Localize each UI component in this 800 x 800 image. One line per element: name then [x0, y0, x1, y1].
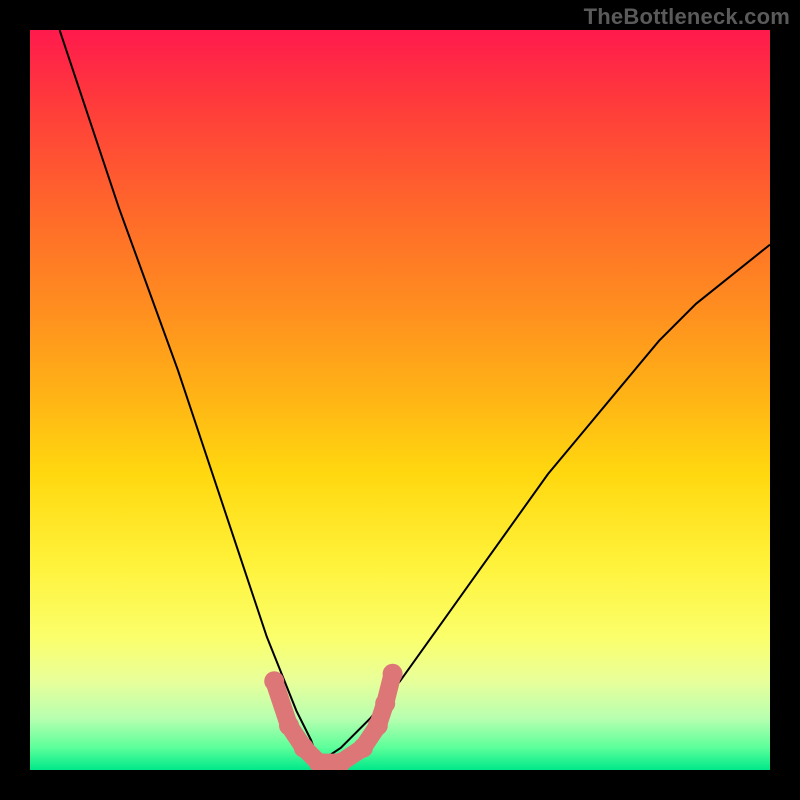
- trough-dot: [353, 738, 373, 758]
- trough-dot: [368, 716, 388, 736]
- trough-dot: [279, 716, 299, 736]
- chart-frame: TheBottleneck.com: [0, 0, 800, 800]
- curve-layer: [30, 30, 770, 770]
- trough-dot: [294, 738, 314, 758]
- trough-dot: [383, 664, 403, 684]
- plot-area: [30, 30, 770, 770]
- trough-dot: [264, 671, 284, 691]
- watermark-text: TheBottleneck.com: [584, 4, 790, 30]
- trough-dot: [375, 693, 395, 713]
- curve-left-branch: [60, 30, 319, 763]
